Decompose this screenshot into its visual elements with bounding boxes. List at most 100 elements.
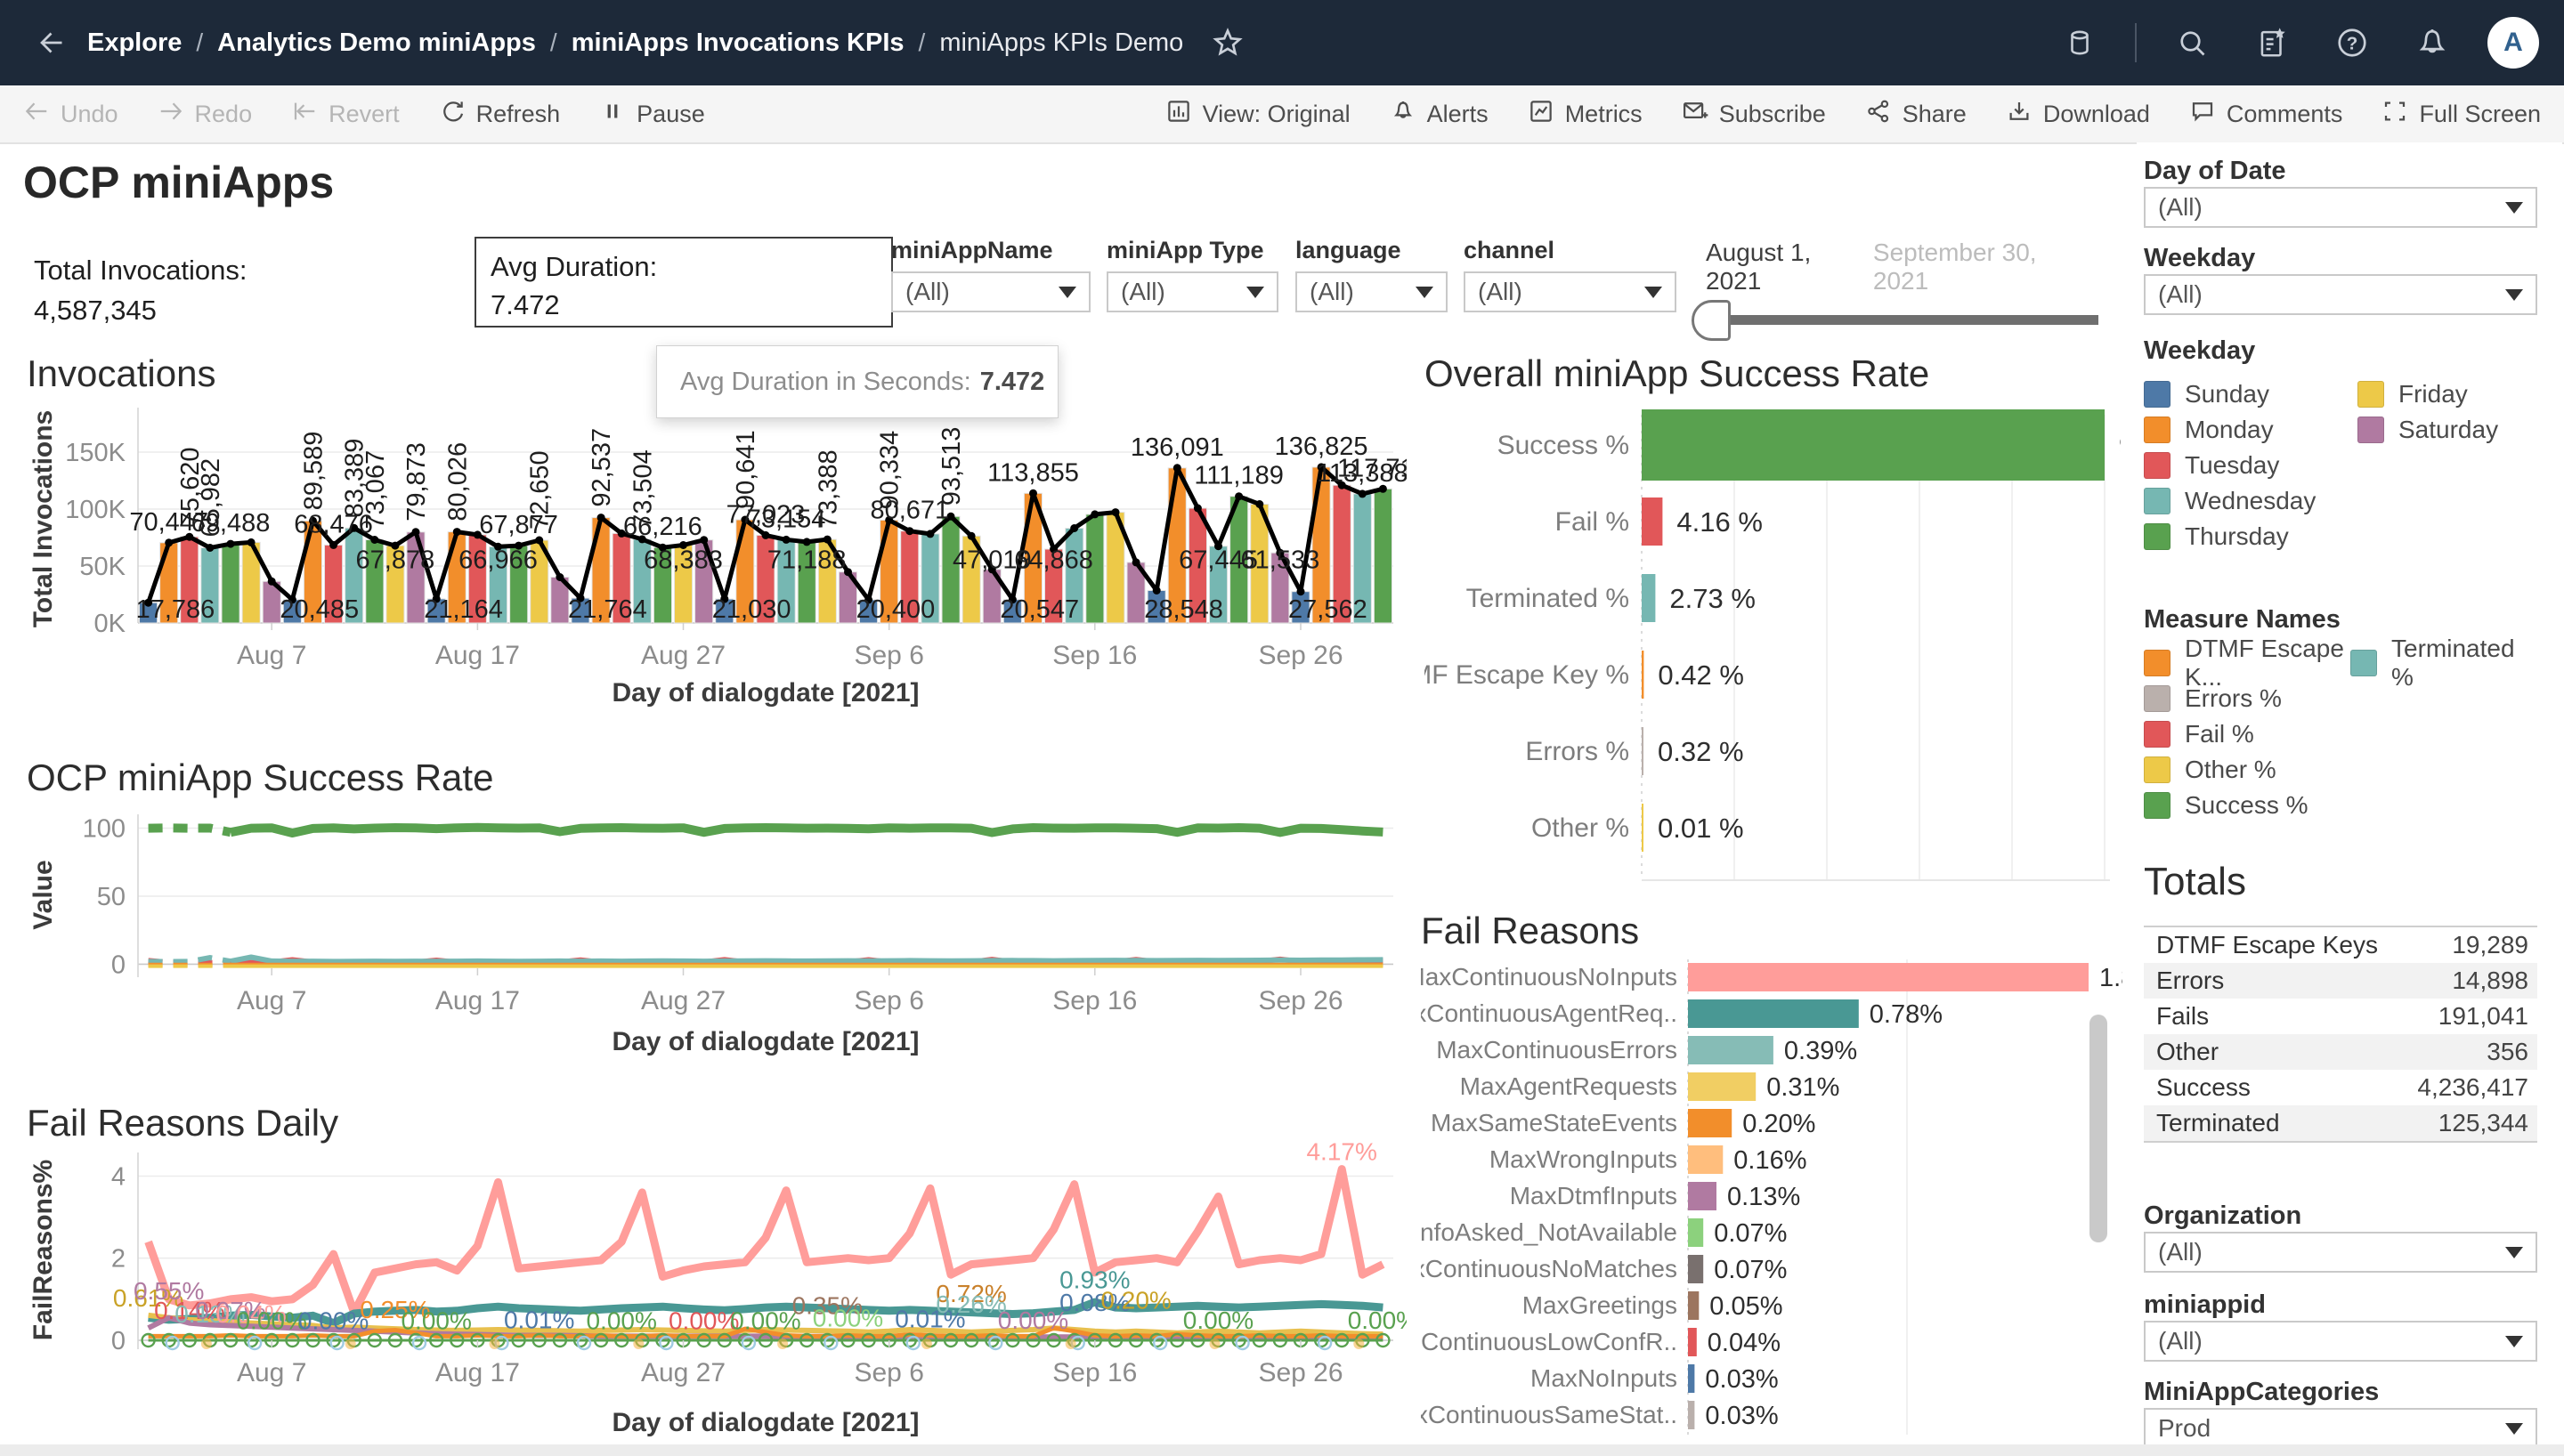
svg-text:2.73 %: 2.73 %	[1669, 583, 1756, 614]
svg-text:61,533: 61,533	[1241, 546, 1320, 575]
slider-handle[interactable]	[1692, 300, 1731, 341]
fail-reasons-chart[interactable]: MaxContinuousNoInputs1.83%MaxContinuousA…	[1421, 954, 2122, 1449]
svg-text:27,562: 27,562	[1288, 595, 1367, 624]
totals-row-value: 356	[2487, 1038, 2528, 1066]
toolbar-download-label: Download	[2043, 101, 2150, 128]
svg-text:0.00%: 0.00%	[401, 1307, 471, 1335]
avg-duration-value: 7.472	[491, 286, 891, 324]
filter-dropdown[interactable]: (All)	[1295, 271, 1448, 312]
day-of-date-filter: (All)	[2144, 187, 2537, 228]
measure-names-legend: Measure Names DTMF Escape K... Errors % …	[2144, 605, 2537, 823]
legend-item-other-[interactable]: Other %	[2144, 752, 2350, 788]
svg-text:0.00%: 0.00%	[813, 1305, 883, 1332]
svg-text:Sep 6: Sep 6	[854, 641, 923, 670]
notifications-bell-icon[interactable]	[2407, 18, 2457, 68]
legend-item-terminated-[interactable]: Terminated %	[2350, 645, 2537, 681]
filter-value: (All)	[1121, 278, 1165, 306]
dropdown[interactable]: Prod	[2144, 1408, 2537, 1449]
legend-label: Monday	[2185, 416, 2274, 444]
toolbar-metrics-button[interactable]: Metrics	[1528, 98, 1643, 131]
breadcrumb-item-1[interactable]: Analytics Demo miniApps	[217, 28, 536, 58]
legend-item-dtmf-escape-k-[interactable]: DTMF Escape K...	[2144, 645, 2350, 681]
svg-text:113,855: 113,855	[987, 458, 1079, 487]
breadcrumb-item-3[interactable]: miniApps KPIs Demo	[939, 28, 1183, 58]
search-icon[interactable]	[2167, 18, 2217, 68]
svg-text:69,488: 69,488	[191, 509, 271, 538]
toolbar-view-button[interactable]: View: Original	[1165, 98, 1351, 131]
svg-text:0K: 0K	[94, 610, 126, 638]
dropdown[interactable]: (All)	[2144, 274, 2537, 315]
data-source-icon[interactable]	[2055, 18, 2105, 68]
toolbar-pause-button[interactable]: Pause	[599, 98, 705, 131]
redo-icon	[158, 98, 184, 131]
recents-favorites-icon[interactable]	[2247, 18, 2297, 68]
fail-reasons-daily-chart[interactable]: 0240.61%0.55%0.14%0.13%0.07%0.04%0.00%0.…	[18, 1137, 1407, 1456]
legend-title: Weekday	[2144, 336, 2537, 366]
totals-row-terminated: Terminated 125,344	[2144, 1105, 2537, 1141]
breadcrumb-item-0[interactable]: Explore	[87, 28, 182, 58]
legend-swatch	[2357, 381, 2384, 408]
legend-item-fail-[interactable]: Fail %	[2144, 716, 2350, 752]
weekday-legend: Weekday Sunday Monday Tuesday Wednesday …	[2144, 336, 2537, 554]
legend-swatch	[2144, 452, 2170, 479]
totals-table: DTMF Escape Keys 19,289 Errors 14,898 Fa…	[2144, 926, 2537, 1143]
svg-text:Aug 27: Aug 27	[641, 986, 726, 1015]
svg-text:Success %: Success %	[1497, 431, 1629, 460]
back-arrow-icon[interactable]	[25, 18, 75, 68]
invocations-chart[interactable]: 0K50K100K150K17,78670,44775,62065,98269,…	[18, 399, 1407, 712]
legend-item-success-[interactable]: Success %	[2144, 788, 2350, 823]
legend-swatch	[2144, 721, 2170, 748]
avg-duration-kpi[interactable]: Avg Duration: 7.472	[475, 237, 893, 328]
toolbar-share-button[interactable]: Share	[1865, 98, 1967, 131]
legend-item-sunday[interactable]: Sunday	[2144, 376, 2357, 412]
toolbar-fullscreen-button[interactable]: Full Screen	[2381, 98, 2541, 131]
totals-row-value: 191,041	[2438, 1002, 2528, 1031]
svg-text:Fail %: Fail %	[1555, 507, 1629, 537]
legend-item-monday[interactable]: Monday	[2144, 412, 2357, 448]
filter-dropdown[interactable]: (All)	[1107, 271, 1278, 312]
dropdown[interactable]: (All)	[2144, 1232, 2537, 1273]
chevron-down-icon	[2505, 202, 2523, 214]
miniappid-label: miniappid	[2144, 1290, 2537, 1320]
legend-label: Saturday	[2398, 416, 2498, 444]
dropdown[interactable]: (All)	[2144, 187, 2537, 228]
toolbar-comments-button[interactable]: Comments	[2189, 98, 2343, 131]
dropdown[interactable]: (All)	[2144, 1321, 2537, 1362]
svg-text:0.01 %: 0.01 %	[1658, 813, 1744, 844]
fail-reasons-scrollbar[interactable]	[2089, 1015, 2107, 1242]
toolbar-alerts-button[interactable]: Alerts	[1390, 98, 1489, 131]
filter-dropdown[interactable]: (All)	[891, 271, 1091, 312]
svg-text:136,091: 136,091	[1131, 433, 1224, 462]
success-rate-chart[interactable]: 050100Aug 7Aug 17Aug 27Sep 6Sep 16Sep 26…	[18, 790, 1407, 1059]
help-icon[interactable]: ?	[2327, 18, 2377, 68]
svg-text:50: 50	[97, 883, 126, 911]
legend-item-saturday[interactable]: Saturday	[2357, 412, 2498, 448]
svg-text:17,786: 17,786	[136, 595, 215, 624]
breadcrumb: Explore/Analytics Demo miniApps/miniApps…	[87, 28, 1183, 58]
filter-dropdown[interactable]: (All)	[1464, 271, 1676, 312]
svg-text:Aug 17: Aug 17	[435, 641, 520, 670]
legend-item-friday[interactable]: Friday	[2357, 376, 2498, 412]
overall-success-chart[interactable]: Success %92.35 %Fail %4.16 %Terminated %…	[1424, 402, 2121, 890]
svg-text:MaxNoInputs: MaxNoInputs	[1530, 1364, 1677, 1392]
toolbar-subscribe-button[interactable]: Subscribe	[1682, 98, 1826, 131]
svg-text:4: 4	[111, 1163, 126, 1192]
svg-text:92.35 %: 92.35 %	[2119, 430, 2121, 461]
chevron-down-icon	[2505, 1423, 2523, 1435]
favorite-star-icon[interactable]	[1203, 18, 1253, 68]
toolbar-view-label: View: Original	[1203, 101, 1351, 128]
breadcrumb-item-2[interactable]: miniApps Invocations KPIs	[572, 28, 905, 58]
svg-text:MaxContinuousErrors: MaxContinuousErrors	[1436, 1036, 1677, 1064]
svg-text:4.17%: 4.17%	[1306, 1138, 1376, 1166]
toolbar-download-button[interactable]: Download	[2006, 98, 2150, 131]
slider-track[interactable]	[1706, 315, 2098, 325]
legend-item-tuesday[interactable]: Tuesday	[2144, 448, 2357, 483]
svg-text:Value: Value	[28, 860, 58, 929]
legend-item-thursday[interactable]: Thursday	[2144, 519, 2357, 554]
user-avatar[interactable]: A	[2487, 17, 2539, 69]
toolbar-refresh-button[interactable]: Refresh	[439, 98, 561, 131]
svg-text:0.00%: 0.00%	[586, 1307, 656, 1335]
legend-item-wednesday[interactable]: Wednesday	[2144, 483, 2357, 519]
legend-item-errors-[interactable]: Errors %	[2144, 681, 2350, 716]
svg-text:0.00%: 0.00%	[1183, 1306, 1254, 1334]
